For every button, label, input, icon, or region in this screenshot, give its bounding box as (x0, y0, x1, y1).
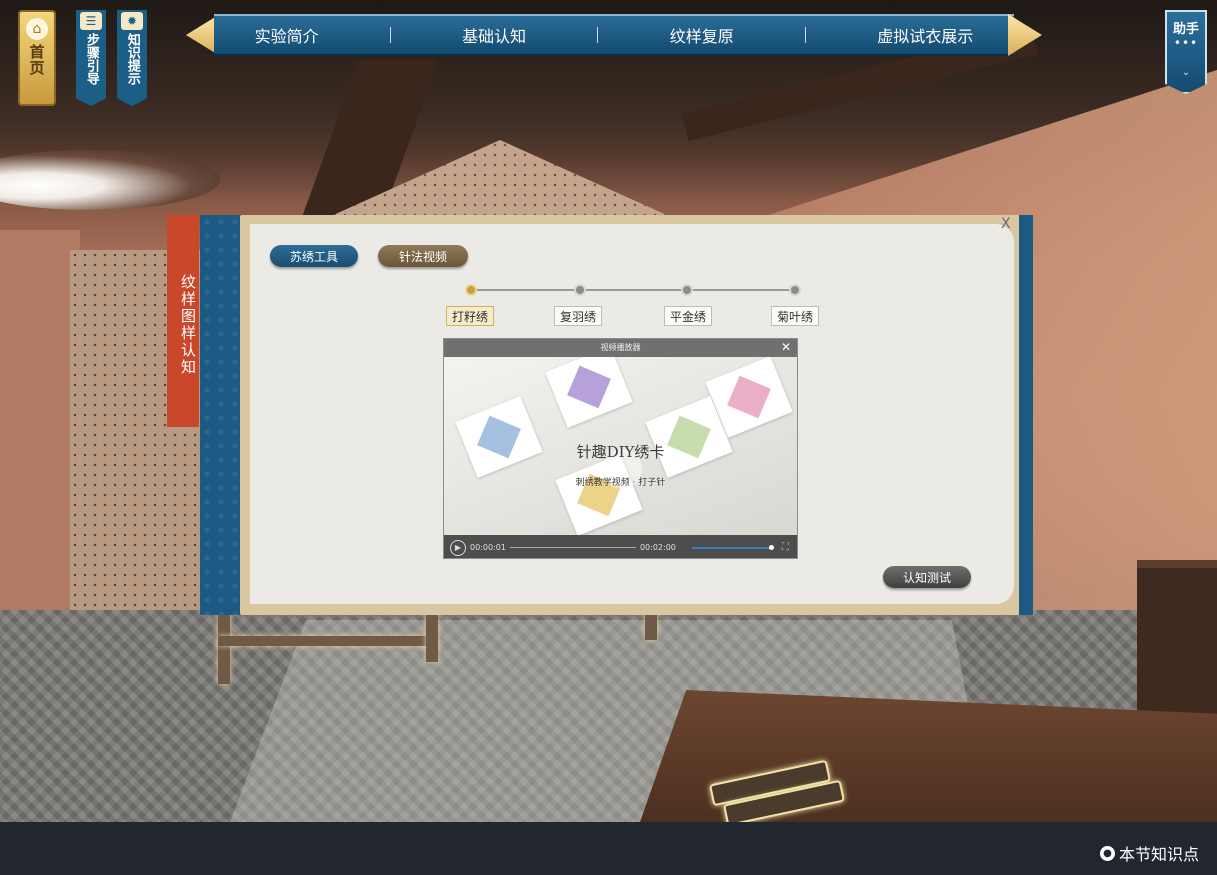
side-tab-pattern-cognition: 纹样图样认知 (167, 215, 199, 427)
step-seed-stitch[interactable]: 打籽绣 (446, 306, 495, 326)
player-close-icon[interactable]: ✕ (781, 340, 791, 354)
tab-stitch-videos[interactable]: 针法视频 (378, 245, 468, 267)
nav-item-pattern-restore[interactable]: 纹样复原 (660, 23, 744, 47)
nav-bar: 实验简介 基础认知 纹样复原 虚拟试衣展示 (214, 14, 1014, 56)
assistant-label: 助手 (1172, 22, 1199, 37)
nav-item-basics[interactable]: 基础认知 (452, 23, 536, 47)
knowledge-tips-label: 知识提示 (124, 33, 140, 85)
panel-close-button[interactable]: X (1001, 216, 1011, 232)
tab-suzhou-embroidery-tools[interactable]: 苏绣工具 (270, 245, 358, 267)
play-icon[interactable]: ▶ (450, 539, 466, 556)
step-chrysanthemum-leaf[interactable]: 菊叶绣 (771, 306, 820, 326)
nav-item-intro[interactable]: 实验简介 (245, 23, 329, 47)
embroidery-card (545, 357, 633, 428)
more-dots-icon: ••• (1173, 36, 1199, 50)
step-dot[interactable] (681, 284, 693, 296)
duration: 00:02:00 (639, 543, 676, 552)
knowledge-points-label: 本节知识点 (1118, 845, 1199, 864)
embroidery-stand-leg[interactable] (218, 612, 230, 684)
embroidery-stand-leg[interactable] (645, 612, 657, 640)
step-guide-label: 步骤引导 (83, 33, 99, 85)
video-subtitle: 刺绣教学视频 · 打子针 (575, 478, 666, 488)
video-title: 针趣DIY绣卡 (576, 443, 665, 461)
player-controls: ▶ 00:00:01 00:02:00 ⛶ (444, 535, 797, 558)
knowledge-tips-button[interactable]: ✹ 知识提示 (117, 10, 147, 106)
step-dot[interactable] (574, 284, 586, 296)
top-navigation: 实验简介 基础认知 纹样复原 虚拟试衣展示 (186, 14, 1042, 56)
current-time: 00:00:01 (470, 543, 506, 552)
step-feather-stitch[interactable]: 复羽绣 (554, 306, 603, 326)
list-icon: ☰ (80, 12, 102, 30)
home-label: 首页 (27, 44, 46, 76)
nav-right-arrow-icon[interactable] (1008, 14, 1042, 56)
nav-item-virtual-fitting[interactable]: 虚拟试衣展示 (867, 23, 983, 47)
panel-right-border (1019, 215, 1033, 615)
assistant-button[interactable]: 助手 ••• ⌄ (1165, 10, 1207, 94)
progress-bar[interactable] (509, 547, 636, 548)
nav-separator (597, 27, 599, 43)
embroidery-card (455, 396, 543, 478)
footer-bar: ● 本节知识点 (0, 822, 1217, 875)
video-player: 视频播放器 ✕ 针趣DIY绣卡 刺绣教学视频 · 打子针 ▶ 00:00:01 … (443, 338, 798, 559)
stepper-track (470, 289, 795, 291)
home-button[interactable]: ⌂ 首页 (18, 10, 56, 106)
nav-separator (389, 27, 391, 43)
knowledge-icon: ● (1099, 845, 1115, 861)
embroidery-stand-base[interactable] (218, 636, 436, 646)
step-gold-couching[interactable]: 平金绣 (664, 306, 713, 326)
knowledge-points-button[interactable]: ● 本节知识点 (1099, 841, 1199, 865)
step-guide-button[interactable]: ☰ 步骤引导 (76, 10, 106, 106)
step-dot[interactable] (789, 284, 801, 296)
player-title: 视频播放器 (444, 339, 797, 357)
chevron-down-icon: ⌄ (1181, 67, 1191, 78)
cognition-test-button[interactable]: 认知测试 (883, 566, 971, 588)
nav-separator (805, 27, 806, 43)
volume-slider[interactable] (691, 544, 774, 550)
fullscreen-icon[interactable]: ⛶ (782, 542, 789, 553)
home-icon: ⌂ (26, 18, 48, 40)
lightbulb-icon: ✹ (121, 12, 143, 30)
embroidery-stand-leg[interactable] (426, 612, 438, 662)
video-frame[interactable]: 针趣DIY绣卡 刺绣教学视频 · 打子针 (444, 357, 797, 535)
step-dot[interactable] (465, 284, 477, 296)
